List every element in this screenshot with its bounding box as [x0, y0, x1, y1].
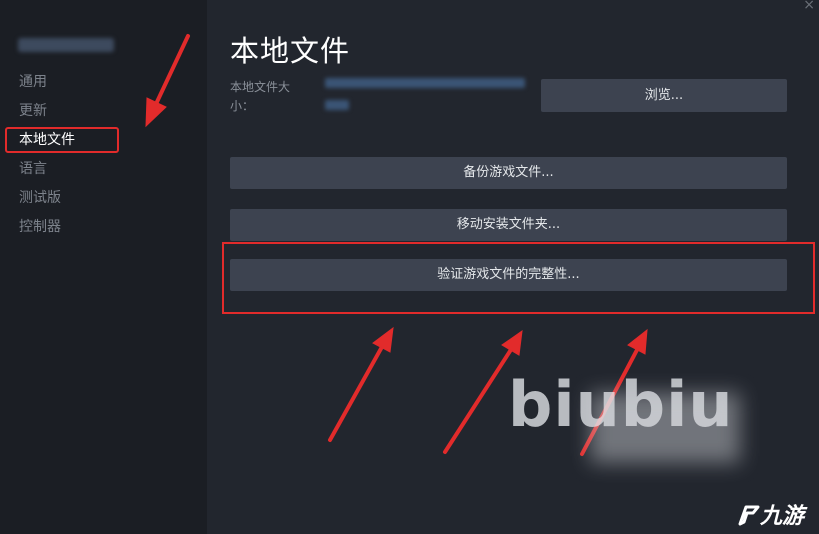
annotation-arrow-verify-2-head [501, 329, 523, 356]
jiuyou-logo-text: 九游 [760, 504, 805, 529]
annotation-arrow-sidebar [154, 34, 190, 106]
annotation-arrow-verify-1 [328, 343, 385, 442]
watermark-blur-overlay [590, 393, 740, 463]
annotation-arrow-verify-2 [443, 346, 514, 454]
annotation-arrow-sidebar-head [145, 97, 167, 128]
annotation-arrow-verify-1-head [372, 326, 394, 353]
annotation-arrow-verify-3-head [627, 328, 648, 355]
